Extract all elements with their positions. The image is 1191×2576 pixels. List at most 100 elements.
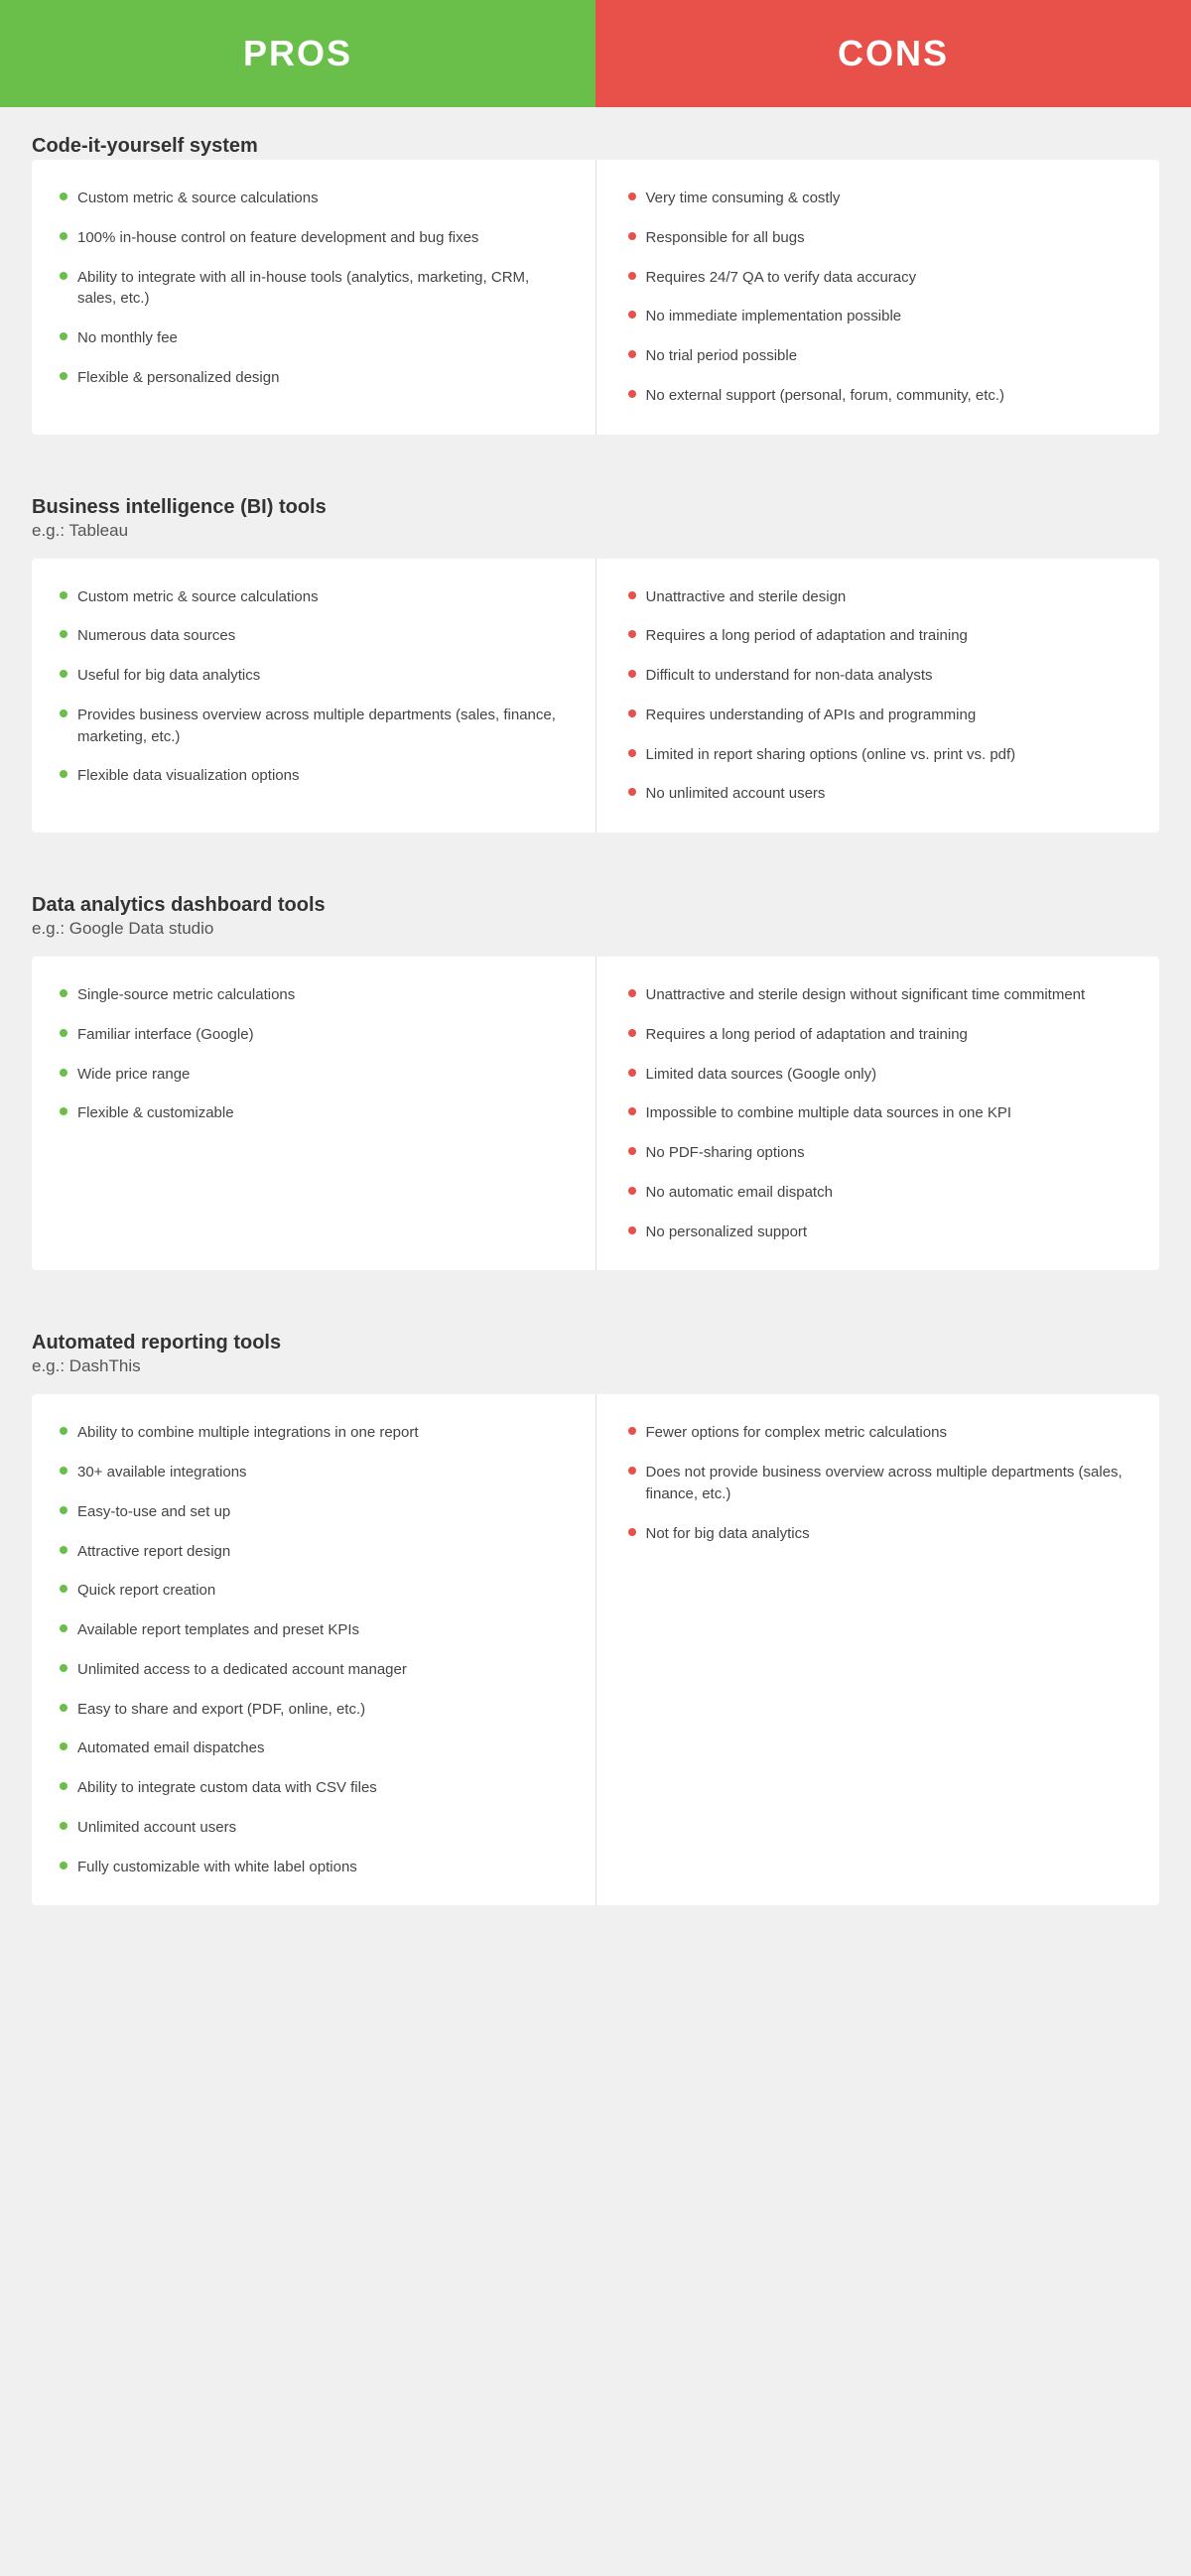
green-dot-icon bbox=[60, 670, 67, 678]
green-dot-icon bbox=[60, 1782, 67, 1790]
cons-item-1-5: No unlimited account users bbox=[628, 783, 1132, 805]
pros-item-3-7: Easy to share and export (PDF, online, e… bbox=[60, 1699, 564, 1721]
cons-item-text: Limited data sources (Google only) bbox=[646, 1064, 877, 1086]
cons-item-text: Unattractive and sterile design without … bbox=[646, 984, 1086, 1006]
pros-item-text: Attractive report design bbox=[77, 1541, 230, 1563]
green-dot-icon bbox=[60, 332, 67, 340]
pros-item-0-0: Custom metric & source calculations bbox=[60, 188, 564, 209]
green-dot-icon bbox=[60, 770, 67, 778]
section-title-2: Data analytics dashboard tools bbox=[32, 894, 1159, 917]
pros-item-text: Custom metric & source calculations bbox=[77, 188, 319, 209]
sections-container: Code-it-yourself systemCustom metric & s… bbox=[0, 107, 1191, 1939]
cons-item-0-4: No trial period possible bbox=[628, 345, 1132, 367]
cons-item-text: Unattractive and sterile design bbox=[646, 586, 847, 608]
red-dot-icon bbox=[628, 989, 636, 997]
pros-item-2-3: Flexible & customizable bbox=[60, 1102, 564, 1124]
cons-item-text: Requires 24/7 QA to verify data accuracy bbox=[646, 267, 917, 289]
red-dot-icon bbox=[628, 1187, 636, 1195]
pros-item-1-1: Numerous data sources bbox=[60, 625, 564, 647]
pros-item-text: Flexible & personalized design bbox=[77, 367, 279, 389]
pros-item-3-10: Unlimited account users bbox=[60, 1817, 564, 1839]
red-dot-icon bbox=[628, 1467, 636, 1475]
header: PROS CONS bbox=[0, 0, 1191, 107]
cons-item-text: No PDF-sharing options bbox=[646, 1142, 805, 1164]
green-dot-icon bbox=[60, 709, 67, 717]
red-dot-icon bbox=[628, 591, 636, 599]
green-dot-icon bbox=[60, 372, 67, 380]
cons-item-1-1: Requires a long period of adaptation and… bbox=[628, 625, 1132, 647]
section-title-3: Automated reporting tools bbox=[32, 1332, 1159, 1354]
cons-item-0-3: No immediate implementation possible bbox=[628, 306, 1132, 327]
cons-item-1-3: Requires understanding of APIs and progr… bbox=[628, 705, 1132, 726]
green-dot-icon bbox=[60, 1704, 67, 1712]
pros-item-0-3: No monthly fee bbox=[60, 327, 564, 349]
section-wrapper-0: Code-it-yourself systemCustom metric & s… bbox=[0, 107, 1191, 468]
pros-item-1-2: Useful for big data analytics bbox=[60, 665, 564, 687]
pros-item-text: Unlimited access to a dedicated account … bbox=[77, 1659, 407, 1681]
card-3: Ability to combine multiple integrations… bbox=[32, 1394, 1159, 1905]
cons-item-text: Requires a long period of adaptation and… bbox=[646, 625, 968, 647]
pros-item-text: Ability to combine multiple integrations… bbox=[77, 1422, 419, 1444]
pros-col-3: Ability to combine multiple integrations… bbox=[32, 1394, 596, 1905]
pros-item-text: Available report templates and preset KP… bbox=[77, 1619, 359, 1641]
pros-item-text: Fully customizable with white label opti… bbox=[77, 1857, 357, 1878]
red-dot-icon bbox=[628, 1107, 636, 1115]
cons-col-1: Unattractive and sterile design Requires … bbox=[596, 559, 1160, 834]
red-dot-icon bbox=[628, 272, 636, 280]
red-dot-icon bbox=[628, 1226, 636, 1234]
pros-item-2-0: Single-source metric calculations bbox=[60, 984, 564, 1006]
cons-item-text: Very time consuming & costly bbox=[646, 188, 841, 209]
red-dot-icon bbox=[628, 709, 636, 717]
pros-item-text: Familiar interface (Google) bbox=[77, 1024, 254, 1046]
cons-item-0-1: Responsible for all bugs bbox=[628, 227, 1132, 249]
cons-item-text: Difficult to understand for non-data ana… bbox=[646, 665, 933, 687]
pros-item-3-9: Ability to integrate custom data with CS… bbox=[60, 1777, 564, 1799]
pros-item-text: Automated email dispatches bbox=[77, 1738, 264, 1759]
pros-item-0-1: 100% in-house control on feature develop… bbox=[60, 227, 564, 249]
pros-item-text: Numerous data sources bbox=[77, 625, 235, 647]
pros-item-3-6: Unlimited access to a dedicated account … bbox=[60, 1659, 564, 1681]
pros-item-1-3: Provides business overview across multip… bbox=[60, 705, 564, 748]
pros-item-text: Easy to share and export (PDF, online, e… bbox=[77, 1699, 365, 1721]
section-subtitle-3: e.g.: DashThis bbox=[32, 1356, 1159, 1376]
green-dot-icon bbox=[60, 1427, 67, 1435]
cons-item-text: Not for big data analytics bbox=[646, 1523, 810, 1545]
cons-item-1-0: Unattractive and sterile design bbox=[628, 586, 1132, 608]
cons-col-0: Very time consuming & costly Responsible … bbox=[596, 160, 1160, 435]
cons-item-text: Limited in report sharing options (onlin… bbox=[646, 744, 1016, 766]
pros-item-text: Unlimited account users bbox=[77, 1817, 236, 1839]
section-wrapper-1: Business intelligence (BI) toolse.g.: Ta… bbox=[0, 468, 1191, 867]
pros-item-3-0: Ability to combine multiple integrations… bbox=[60, 1422, 564, 1444]
pros-item-3-1: 30+ available integrations bbox=[60, 1462, 564, 1483]
pros-item-3-3: Attractive report design bbox=[60, 1541, 564, 1563]
pros-item-text: No monthly fee bbox=[77, 327, 178, 349]
section-subtitle-2: e.g.: Google Data studio bbox=[32, 919, 1159, 939]
cons-item-text: Requires a long period of adaptation and… bbox=[646, 1024, 968, 1046]
cons-item-0-0: Very time consuming & costly bbox=[628, 188, 1132, 209]
section-title-0: Code-it-yourself system bbox=[32, 135, 1159, 158]
pros-item-text: Wide price range bbox=[77, 1064, 190, 1086]
green-dot-icon bbox=[60, 1742, 67, 1750]
green-dot-icon bbox=[60, 1664, 67, 1672]
pros-item-3-2: Easy-to-use and set up bbox=[60, 1501, 564, 1523]
pros-item-1-4: Flexible data visualization options bbox=[60, 765, 564, 787]
green-dot-icon bbox=[60, 1467, 67, 1475]
pros-col-2: Single-source metric calculations Familia… bbox=[32, 957, 596, 1270]
red-dot-icon bbox=[628, 390, 636, 398]
cons-item-2-0: Unattractive and sterile design without … bbox=[628, 984, 1132, 1006]
pros-item-text: 30+ available integrations bbox=[77, 1462, 247, 1483]
pros-item-3-5: Available report templates and preset KP… bbox=[60, 1619, 564, 1641]
red-dot-icon bbox=[628, 788, 636, 796]
cons-item-3-0: Fewer options for complex metric calcula… bbox=[628, 1422, 1132, 1444]
red-dot-icon bbox=[628, 350, 636, 358]
pros-item-text: Easy-to-use and set up bbox=[77, 1501, 230, 1523]
section-wrapper-2: Data analytics dashboard toolse.g.: Goog… bbox=[0, 866, 1191, 1304]
red-dot-icon bbox=[628, 1147, 636, 1155]
green-dot-icon bbox=[60, 1107, 67, 1115]
red-dot-icon bbox=[628, 1069, 636, 1077]
card-0: Custom metric & source calculations 100% … bbox=[32, 160, 1159, 435]
cons-item-text: Requires understanding of APIs and progr… bbox=[646, 705, 977, 726]
cons-item-0-5: No external support (personal, forum, co… bbox=[628, 385, 1132, 407]
pros-header: PROS bbox=[0, 0, 596, 107]
red-dot-icon bbox=[628, 193, 636, 200]
